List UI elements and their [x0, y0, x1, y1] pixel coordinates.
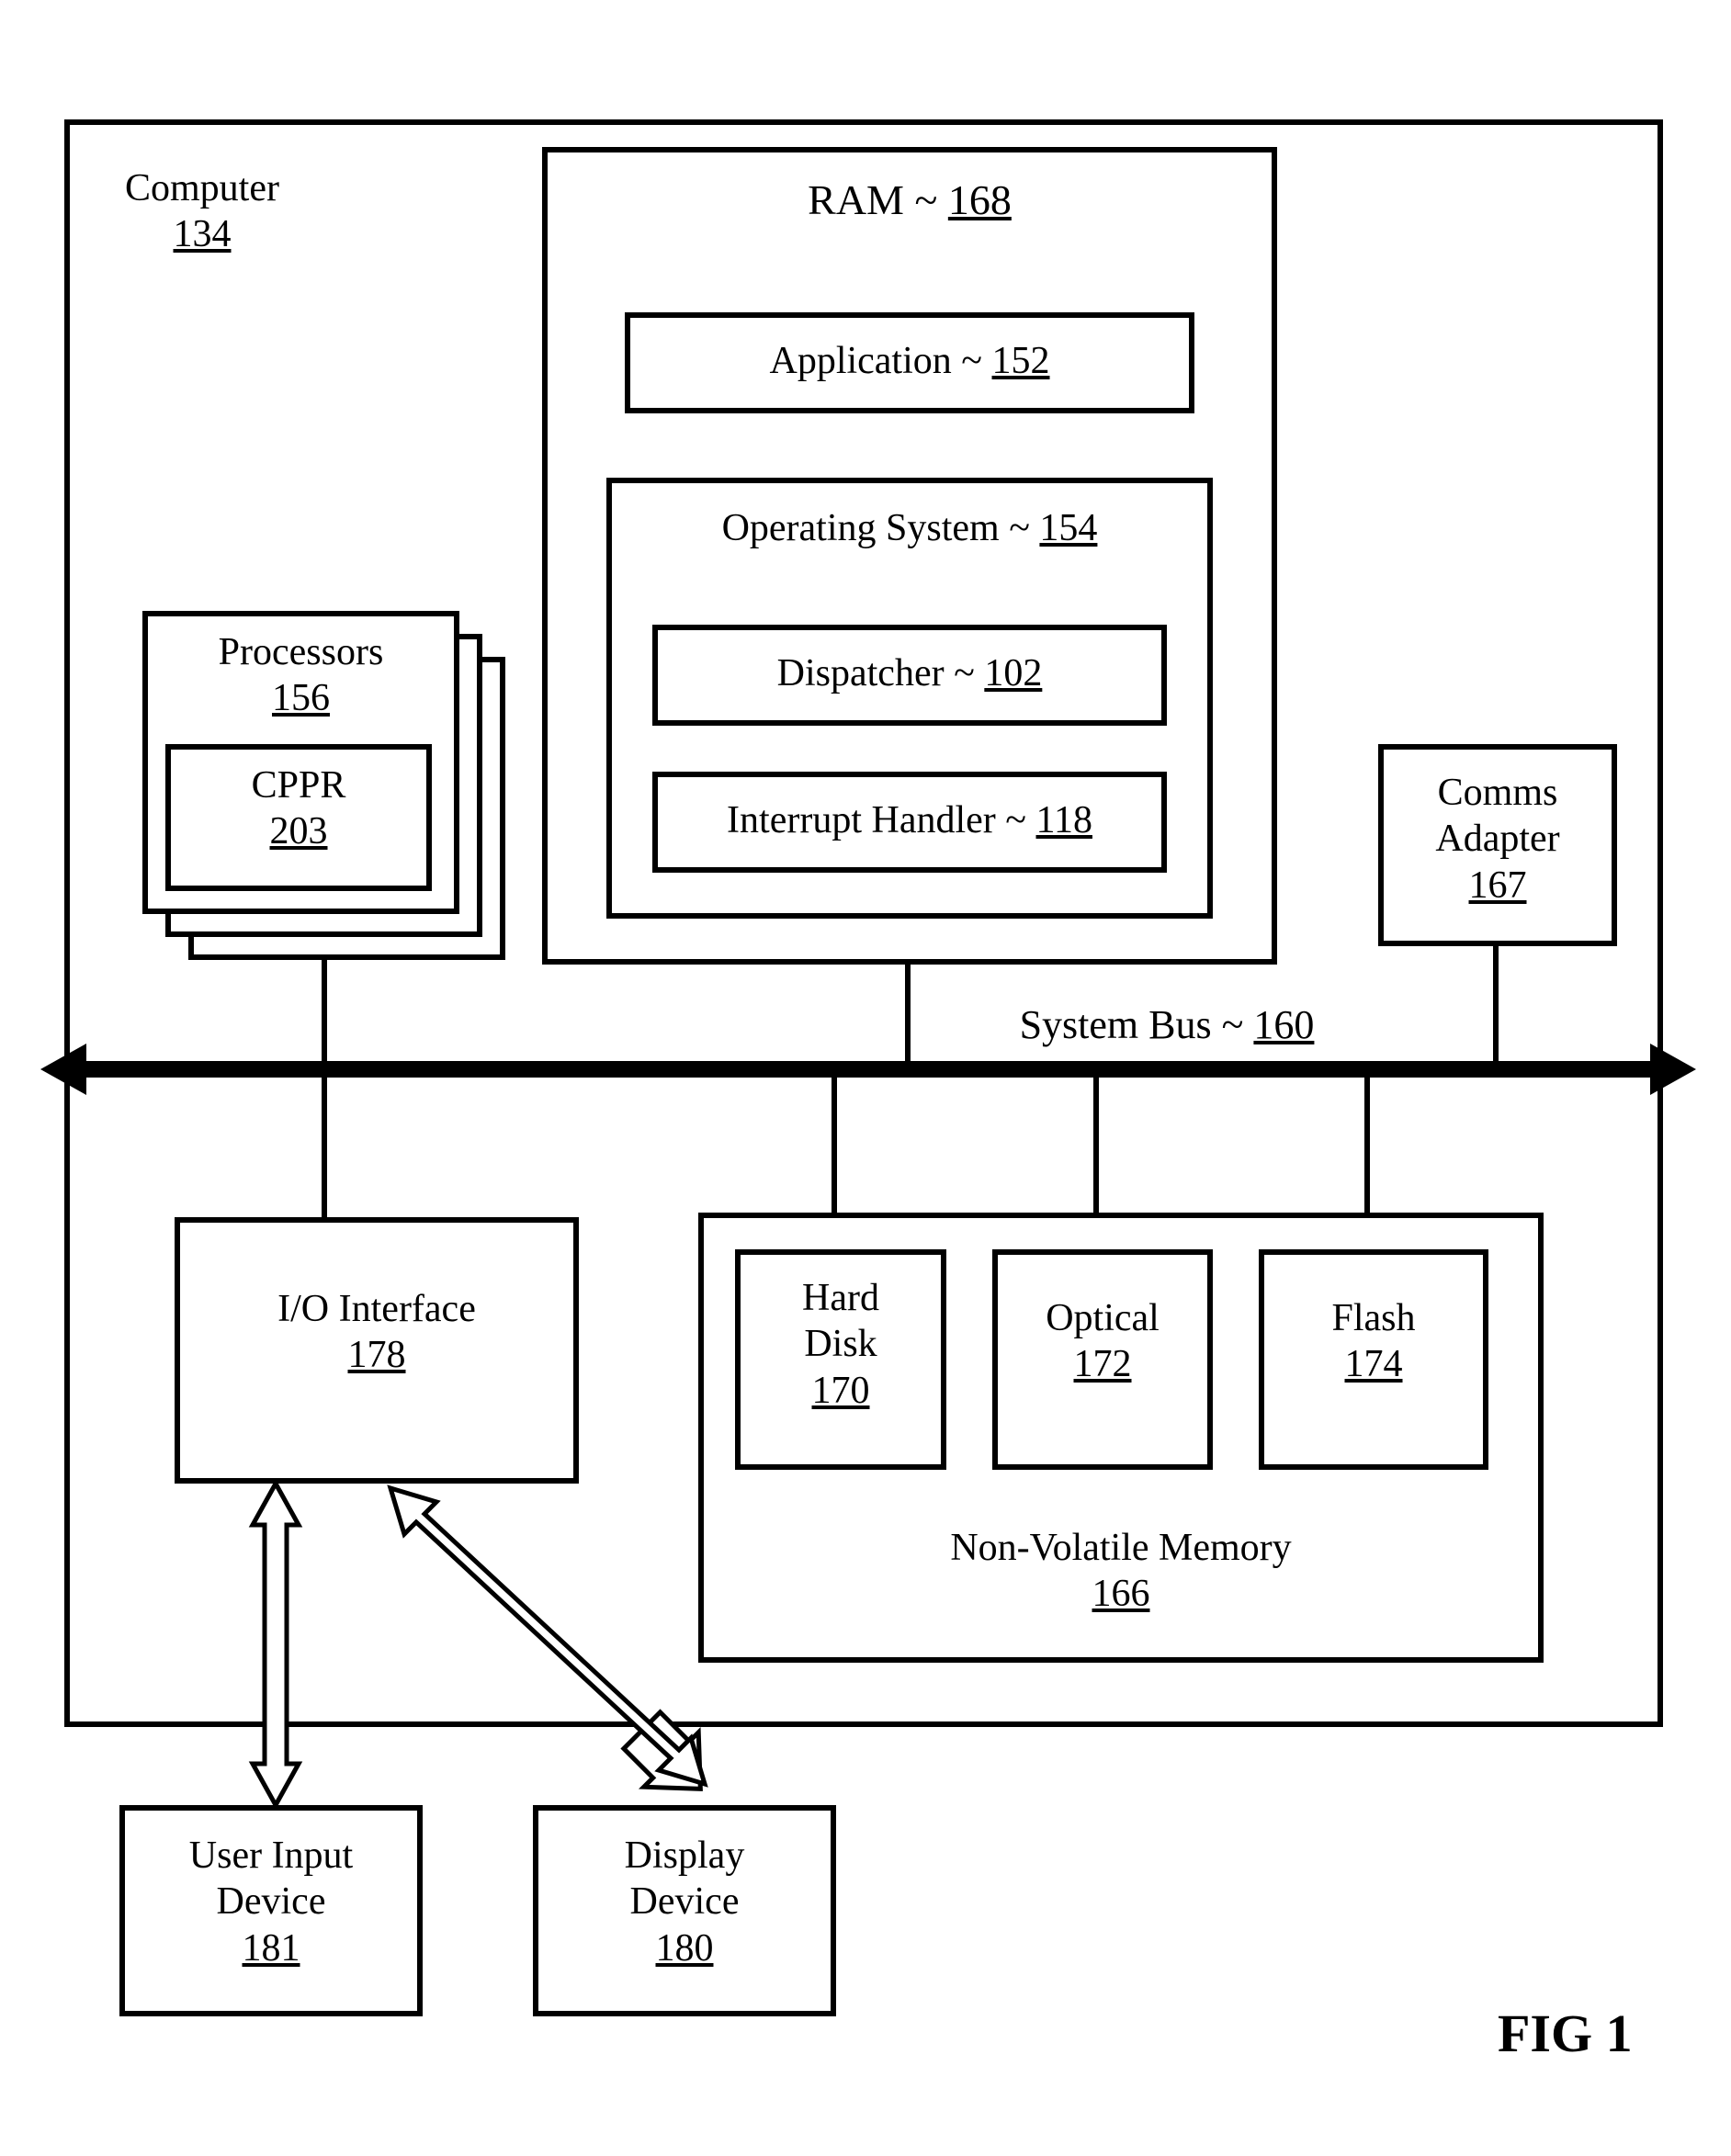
conn-ram — [905, 965, 911, 1066]
os-text: Operating System — [722, 507, 1000, 549]
comms-text-1: Comms — [1438, 772, 1558, 814]
conn-optical — [1093, 1075, 1099, 1217]
interrupt-label: Interrupt Handler ~ 118 — [652, 797, 1167, 843]
computer-text: Computer — [125, 167, 279, 209]
dispatcher-label: Dispatcher ~ 102 — [652, 650, 1167, 696]
interrupt-sep: ~ — [1005, 799, 1026, 841]
nvm-label: Non-Volatile Memory 166 — [698, 1525, 1544, 1618]
userinput-ref: 181 — [243, 1927, 300, 1970]
application-sep: ~ — [961, 340, 982, 382]
cppr-label: CPPR 203 — [175, 762, 423, 855]
system-bus-line — [83, 1061, 1654, 1078]
optical-ref: 172 — [1074, 1343, 1132, 1385]
harddisk-text-1: Hard — [802, 1277, 879, 1319]
nvm-ref: 166 — [1092, 1573, 1150, 1615]
double-arrow-display-icon2 — [363, 1470, 730, 1819]
conn-comms — [1493, 946, 1499, 1066]
io-text: I/O Interface — [277, 1288, 476, 1330]
comms-label: Comms Adapter 167 — [1378, 770, 1617, 909]
conn-flash — [1364, 1075, 1370, 1217]
dispatcher-ref: 102 — [984, 652, 1042, 694]
application-ref: 152 — [992, 340, 1050, 382]
bus-arrow-left-icon — [40, 1044, 86, 1095]
bus-arrow-right-icon — [1650, 1044, 1696, 1095]
display-text-1: Display — [625, 1834, 745, 1877]
io-label: I/O Interface 178 — [175, 1286, 579, 1379]
computer-ref: 134 — [174, 213, 232, 255]
os-ref: 154 — [1039, 507, 1097, 549]
harddisk-label: Hard Disk 170 — [735, 1275, 946, 1414]
display-label: Display Device 180 — [533, 1833, 836, 1971]
harddisk-ref: 170 — [812, 1370, 870, 1412]
userinput-text-1: User Input — [189, 1834, 353, 1877]
optical-label: Optical 172 — [992, 1295, 1213, 1388]
comms-ref: 167 — [1469, 864, 1527, 907]
ram-label: RAM ~ 168 — [542, 175, 1277, 225]
double-arrow-userinput-icon — [248, 1484, 303, 1805]
os-label: Operating System ~ 154 — [606, 505, 1213, 551]
processors-text: Processors — [219, 631, 384, 673]
os-sep: ~ — [1009, 507, 1030, 549]
userinput-text-2: Device — [217, 1880, 326, 1923]
figure-text: FIG 1 — [1498, 2004, 1633, 2063]
display-ref: 180 — [656, 1927, 714, 1970]
io-ref: 178 — [348, 1334, 406, 1376]
flash-ref: 174 — [1345, 1343, 1403, 1385]
dispatcher-text: Dispatcher — [777, 652, 945, 694]
application-text: Application — [769, 340, 951, 382]
ram-ref: 168 — [948, 176, 1012, 223]
display-text-2: Device — [630, 1880, 740, 1923]
systembus-ref: 160 — [1253, 1002, 1314, 1047]
flash-label: Flash 174 — [1259, 1295, 1488, 1388]
ram-text: RAM — [808, 176, 904, 223]
systembus-sep: ~ — [1222, 1002, 1244, 1047]
figure-label: FIG 1 — [1498, 2003, 1633, 2064]
userinput-label: User Input Device 181 — [119, 1833, 423, 1971]
nvm-text: Non-Volatile Memory — [950, 1527, 1291, 1569]
conn-io — [322, 1075, 327, 1217]
application-label: Application ~ 152 — [625, 338, 1194, 384]
interrupt-ref: 118 — [1036, 799, 1092, 841]
cppr-text: CPPR — [252, 764, 346, 807]
cppr-ref: 203 — [270, 810, 328, 852]
processors-ref: 156 — [272, 677, 330, 719]
flash-text: Flash — [1331, 1297, 1415, 1339]
conn-processors — [322, 960, 327, 1066]
systembus-label: System Bus ~ 160 — [937, 1001, 1397, 1050]
computer-label: Computer 134 — [101, 165, 303, 258]
dispatcher-sep: ~ — [954, 652, 975, 694]
harddisk-text-2: Disk — [804, 1323, 877, 1365]
ram-sep: ~ — [914, 176, 937, 223]
interrupt-text: Interrupt Handler — [727, 799, 996, 841]
optical-text: Optical — [1046, 1297, 1160, 1339]
processors-label: Processors 156 — [161, 629, 441, 722]
systembus-text: System Bus — [1020, 1002, 1212, 1047]
conn-hd — [832, 1075, 837, 1217]
comms-text-2: Adapter — [1435, 818, 1559, 860]
